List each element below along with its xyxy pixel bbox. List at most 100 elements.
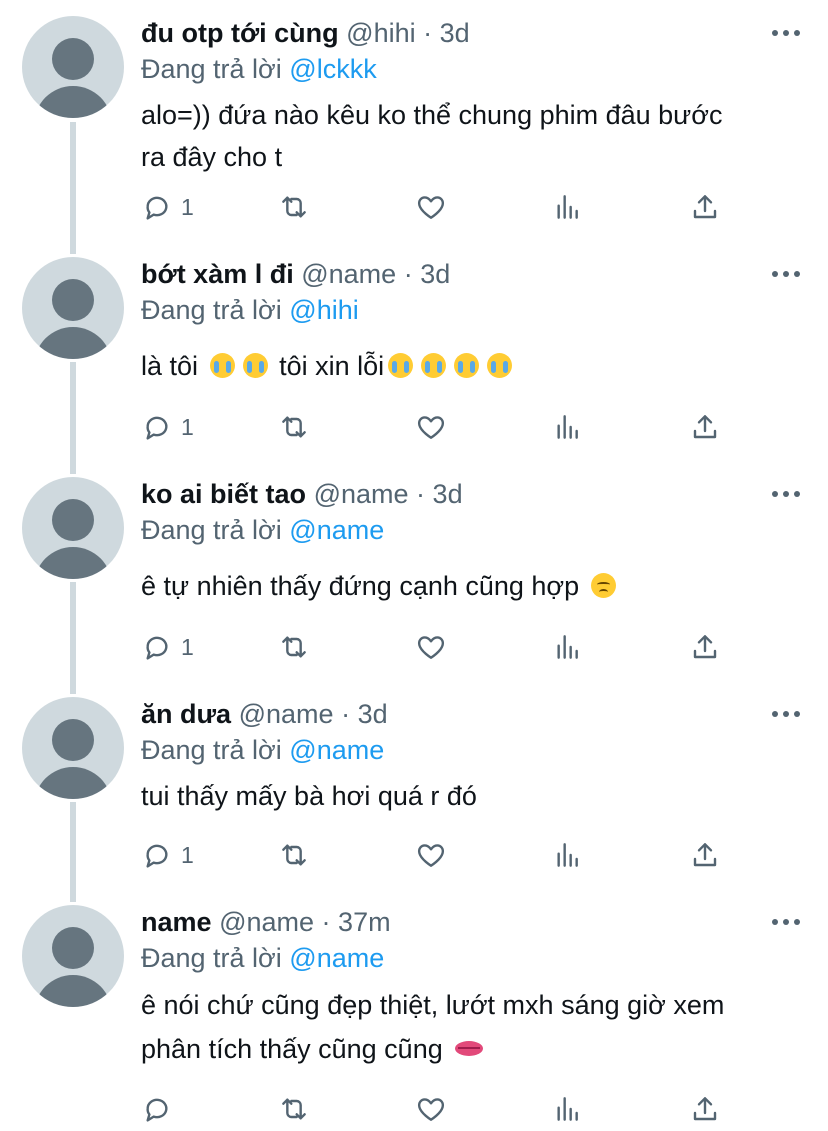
lips-emoji [454,1036,484,1061]
tweet-reply[interactable]: name @name · 37m Đang trả lời @name ê nó… [0,905,828,1131]
like-button[interactable] [415,838,447,872]
replying-to: Đang trả lời @hihi [141,293,359,327]
views-button[interactable] [552,190,584,224]
user-handle[interactable]: @name [314,479,409,509]
share-button[interactable] [689,630,721,664]
tweet-reply[interactable]: bớt xàm l đi @name · 3d Đang trả lời @hi… [0,257,828,457]
reply-button[interactable]: 1 [141,190,194,224]
like-button[interactable] [415,630,447,664]
mention-link[interactable]: @name [289,735,384,765]
reply-button[interactable]: 1 [141,838,194,872]
display-name[interactable]: name [141,907,212,937]
avatar[interactable] [22,16,124,118]
views-button[interactable] [552,410,584,444]
tweet-actions: 1 [141,630,741,664]
tweet-header: ăn dưa @name · 3d [141,697,388,731]
tweet-text-part: ê tự nhiên thấy đứng cạnh cũng hợp [141,571,580,601]
retweet-button[interactable] [278,190,310,224]
tweet-text-line: alo=)) đứa nào kêu ko thể chung phim đâu… [141,100,723,130]
user-handle[interactable]: @hihi [346,18,415,48]
more-icon[interactable] [772,709,800,719]
retweet-button[interactable] [278,410,310,444]
user-handle[interactable]: @name [301,259,396,289]
display-name[interactable]: ko ai biết tao [141,479,306,509]
replying-prefix: Đang trả lời [141,943,282,973]
reply-button[interactable]: 1 [141,410,194,444]
retweet-icon [282,416,306,438]
reply-count: 1 [181,193,194,220]
mention-link[interactable]: @name [289,943,384,973]
more-icon[interactable] [772,28,800,38]
views-button[interactable] [552,630,584,664]
views-button[interactable] [552,1092,584,1126]
loudly-crying-face-emoji [454,353,480,378]
replying-to: Đang trả lời @name [141,941,384,975]
separator-dot: · [341,699,351,729]
retweet-button[interactable] [278,630,310,664]
like-icon [417,636,445,659]
tweet-header: đu otp tới cùng @hihi · 3d [141,16,470,50]
share-button[interactable] [689,838,721,872]
reply-count: 1 [181,633,194,660]
tweet-header: bớt xàm l đi @name · 3d [141,257,450,291]
tweet-text: ê tự nhiên thấy đứng cạnh cũng hợp [141,565,791,607]
views-icon [557,1097,578,1121]
tweet-text: là tôi tôi xin lỗi [141,345,791,387]
timestamp[interactable]: 3d [433,479,463,509]
loudly-crying-face-emoji [487,353,513,378]
reply-icon [146,1098,168,1122]
share-icon [693,635,717,659]
views-button[interactable] [552,838,584,872]
avatar[interactable] [22,697,124,799]
avatar[interactable] [22,257,124,359]
tweet-reply[interactable]: đu otp tới cùng @hihi · 3d Đang trả lời … [0,16,828,236]
replying-prefix: Đang trả lời [141,54,282,84]
separator-dot: · [403,259,413,289]
reply-button[interactable]: 1 [141,630,194,664]
mention-link[interactable]: @lckkk [289,54,376,84]
display-name[interactable]: ăn dưa [141,699,231,729]
mention-link[interactable]: @name [289,515,384,545]
tweet-header: name @name · 37m [141,905,391,939]
timestamp[interactable]: 3d [440,18,470,48]
retweet-button[interactable] [278,1092,310,1126]
like-icon [417,416,445,439]
user-handle[interactable]: @name [219,907,314,937]
share-icon [693,415,717,439]
like-icon [417,196,445,219]
tweet-actions: 1 [141,838,741,872]
share-icon [693,1097,717,1121]
avatar[interactable] [22,477,124,579]
avatar[interactable] [22,905,124,1007]
tweet-text-part: tôi xin lỗi [279,351,385,381]
reply-icon [146,416,168,440]
user-handle[interactable]: @name [239,699,334,729]
replying-prefix: Đang trả lời [141,515,282,545]
like-icon [417,844,445,867]
share-button[interactable] [689,190,721,224]
more-icon[interactable] [772,917,800,927]
share-button[interactable] [689,1092,721,1126]
views-icon [557,843,578,867]
tweet-reply[interactable]: ăn dưa @name · 3d Đang trả lời @name tui… [0,697,828,887]
like-button[interactable] [415,190,447,224]
timestamp[interactable]: 37m [338,907,391,937]
views-icon [557,195,578,219]
tweet-actions [141,1092,741,1126]
display-name[interactable]: đu otp tới cùng [141,18,339,48]
tweet-reply[interactable]: ko ai biết tao @name · 3d Đang trả lời @… [0,477,828,677]
more-icon[interactable] [772,269,800,279]
mention-link[interactable]: @hihi [289,295,358,325]
like-button[interactable] [415,1092,447,1126]
like-button[interactable] [415,410,447,444]
separator-dot: · [423,18,433,48]
display-name[interactable]: bớt xàm l đi [141,259,294,289]
share-button[interactable] [689,410,721,444]
retweet-icon [282,636,306,658]
timestamp[interactable]: 3d [420,259,450,289]
loudly-crying-face-emoji [242,353,268,378]
more-icon[interactable] [772,489,800,499]
reply-button[interactable] [141,1092,181,1126]
timestamp[interactable]: 3d [358,699,388,729]
retweet-button[interactable] [278,838,310,872]
